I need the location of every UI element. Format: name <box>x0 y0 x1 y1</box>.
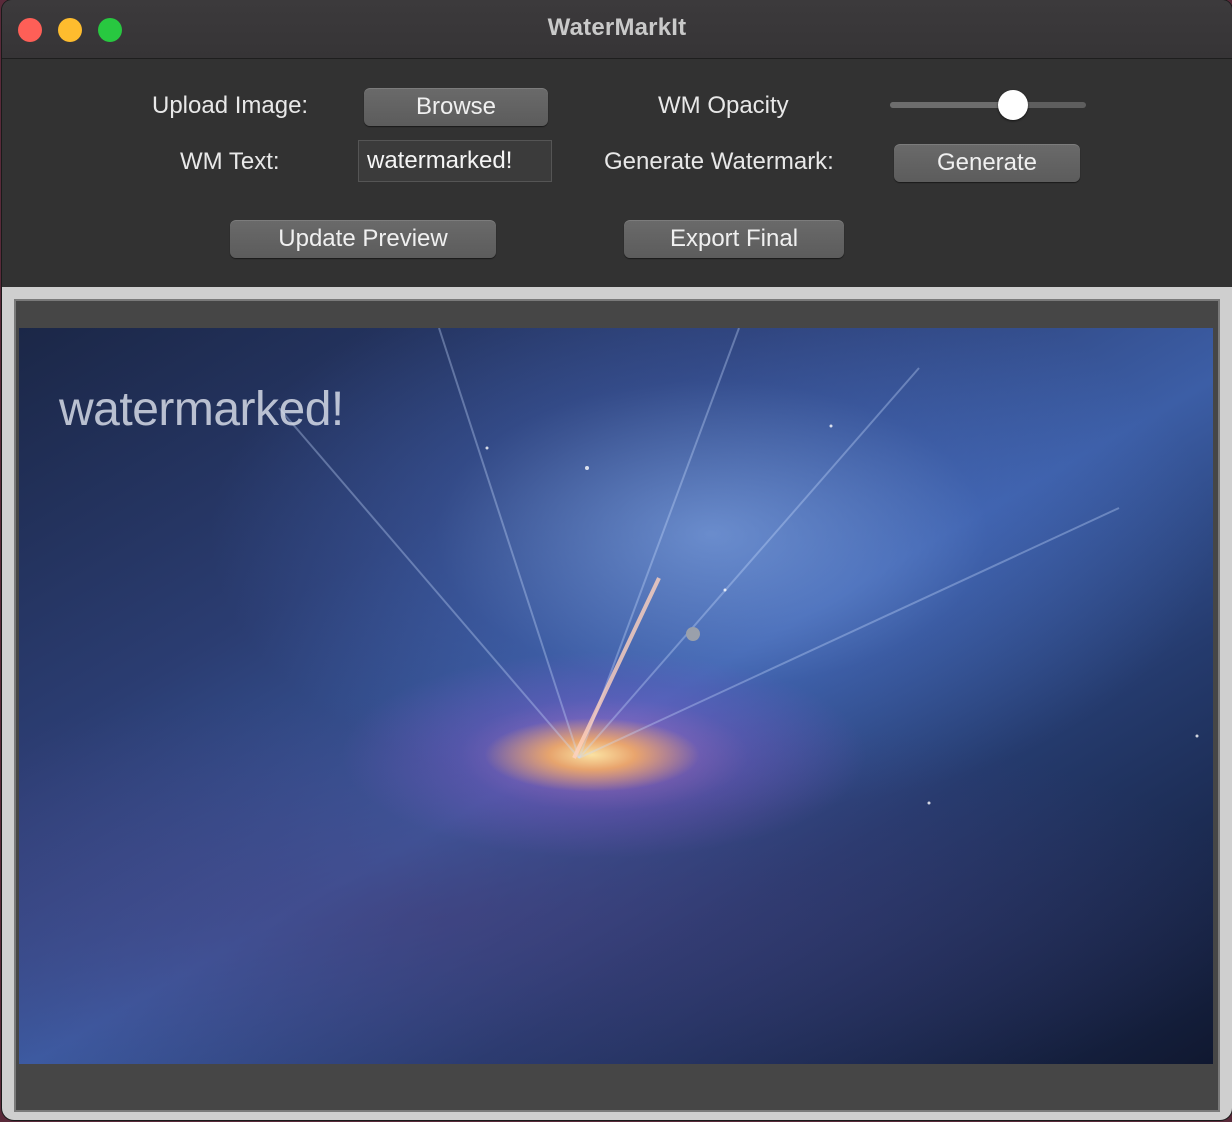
wm-text-input[interactable] <box>358 140 552 182</box>
upload-image-label: Upload Image: <box>152 92 309 119</box>
controls-panel: Upload Image: Browse WM Opacity WM Text:… <box>2 59 1232 287</box>
wm-text-label: WM Text: <box>180 148 280 175</box>
preview-canvas: watermarked! <box>14 299 1220 1112</box>
generate-watermark-label: Generate Watermark: <box>604 148 834 175</box>
opacity-slider-thumb[interactable] <box>998 90 1029 120</box>
app-window: WaterMarkIt Upload Image: Browse WM Opac… <box>2 0 1232 1120</box>
opacity-slider[interactable] <box>890 90 1086 120</box>
update-preview-button[interactable]: Update Preview <box>230 220 496 258</box>
wm-opacity-label: WM Opacity <box>658 92 789 119</box>
browse-button[interactable]: Browse <box>364 88 548 126</box>
window-title: WaterMarkIt <box>547 14 687 41</box>
generate-button[interactable]: Generate <box>894 144 1080 182</box>
export-final-button[interactable]: Export Final <box>624 220 844 258</box>
preview-image: watermarked! <box>19 328 1213 1064</box>
space-scene-graphic <box>278 328 1199 805</box>
opacity-slider-fill <box>890 102 1014 108</box>
watermark-overlay-text: watermarked! <box>59 383 344 436</box>
preview-area: watermarked! <box>2 287 1232 1120</box>
title-bar[interactable]: WaterMarkIt <box>2 0 1232 59</box>
